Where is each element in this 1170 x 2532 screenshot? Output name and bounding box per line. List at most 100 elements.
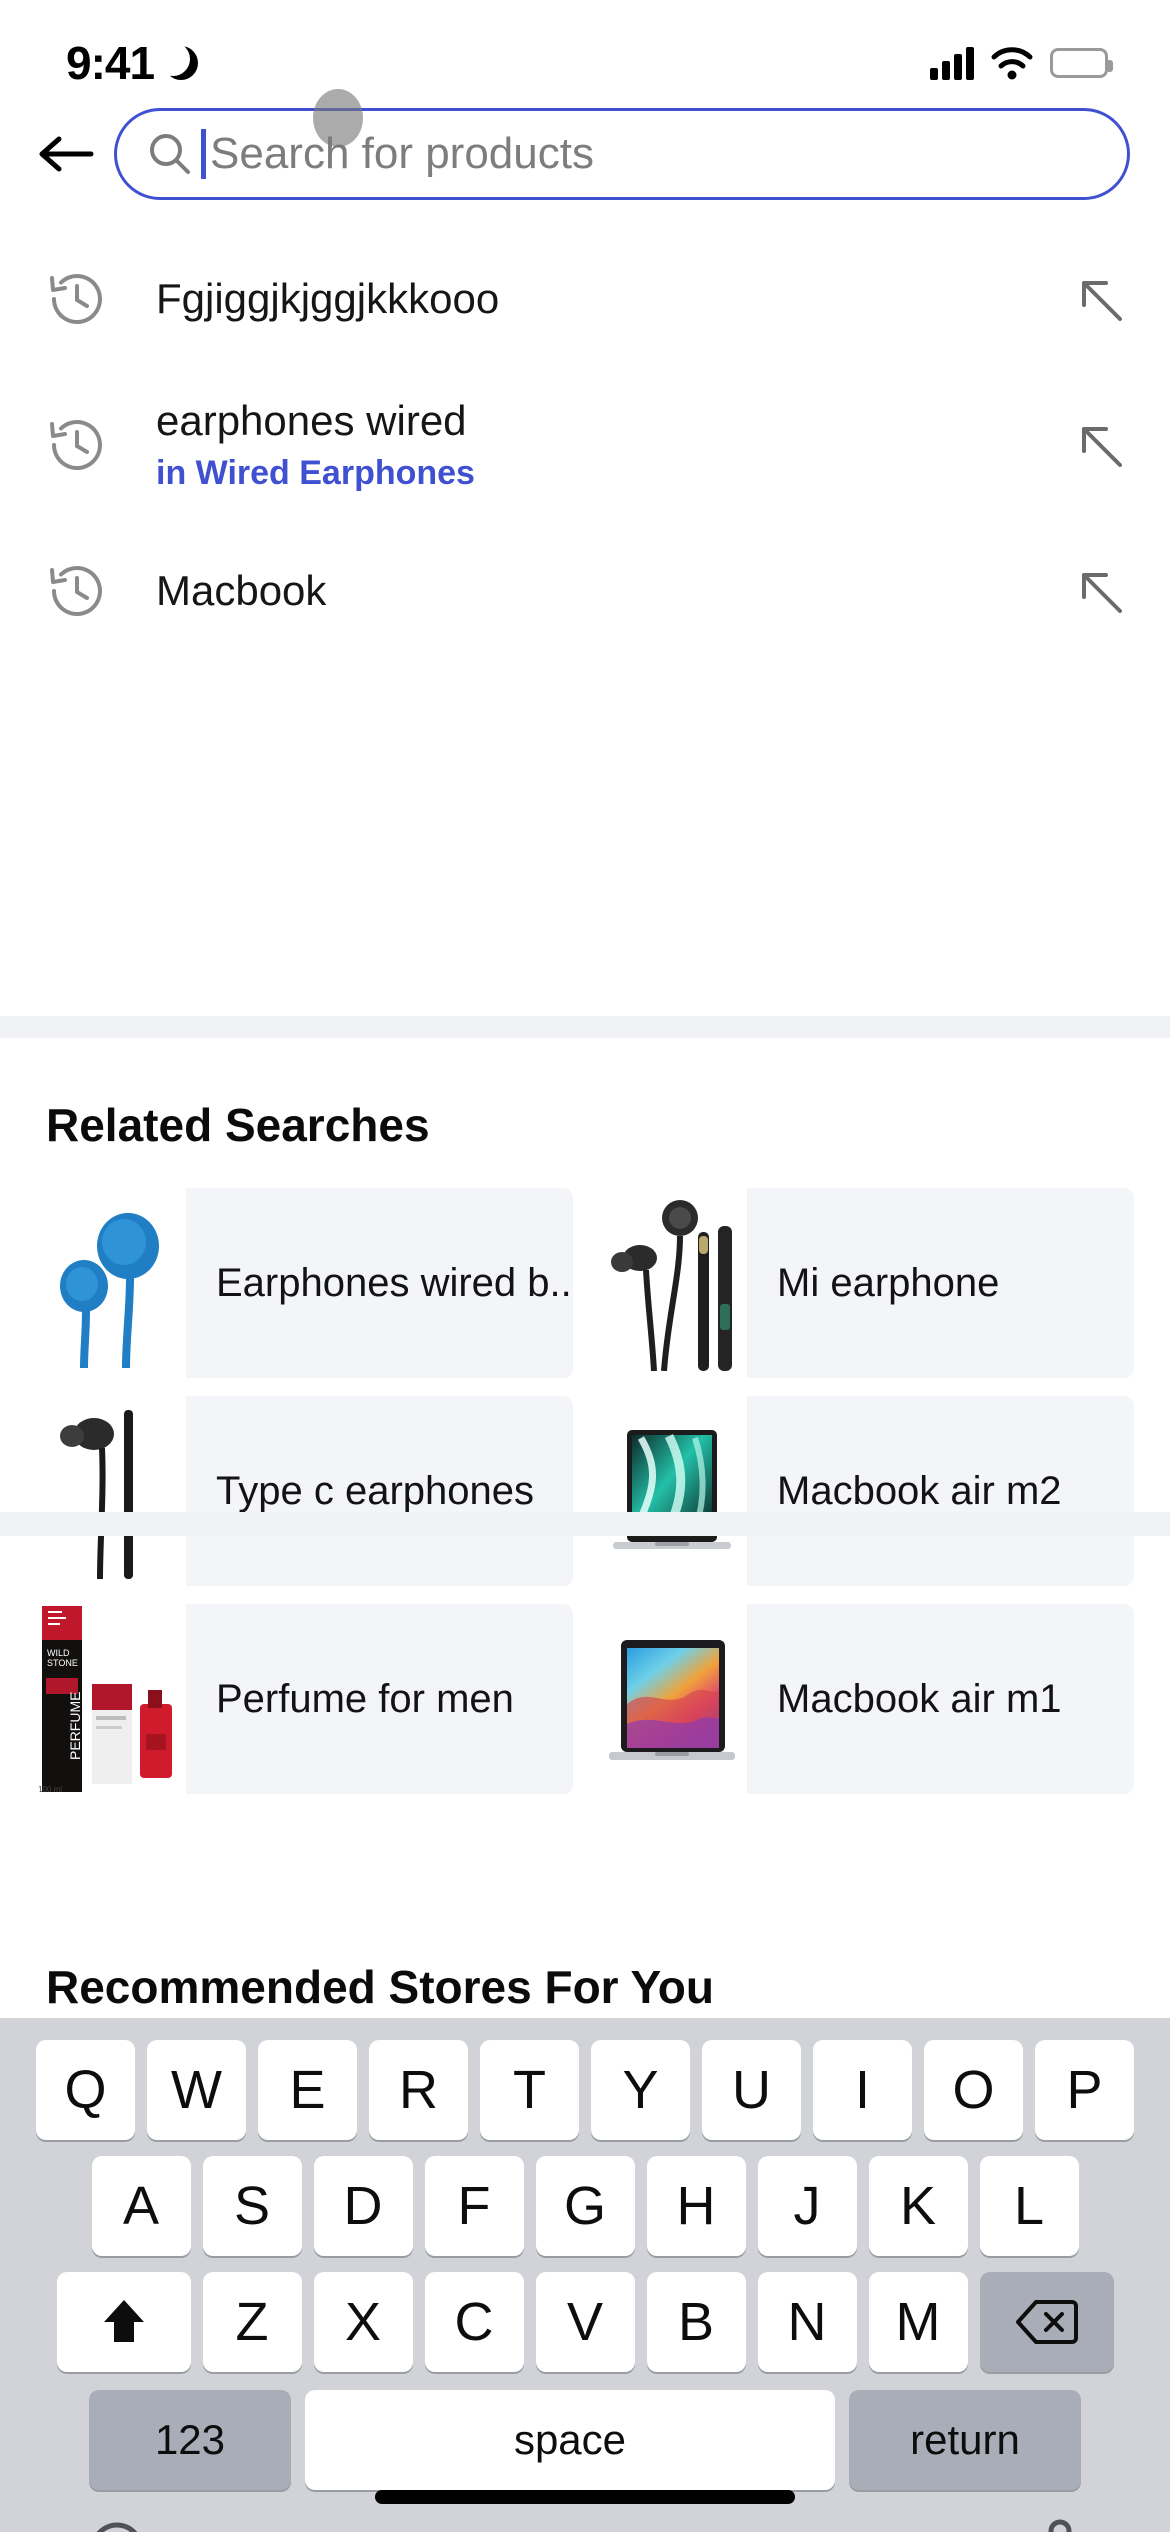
product-thumbnail (597, 1604, 747, 1794)
numbers-key[interactable]: 123 (89, 2390, 291, 2490)
wifi-icon (990, 46, 1034, 80)
key-j[interactable]: J (757, 2156, 857, 2256)
svg-text:PERFUME: PERFUME (67, 1692, 83, 1760)
recent-search-row-1[interactable]: Fgjiggjkjggjkkkooo (0, 226, 1170, 372)
key-m[interactable]: M (868, 2272, 968, 2372)
space-key[interactable]: space (305, 2390, 835, 2490)
key-l[interactable]: L (979, 2156, 1079, 2256)
recent-search-text: earphones wired in Wired Earphones (156, 397, 1072, 493)
recent-search-title: Macbook (156, 567, 327, 615)
arrow-up-left-icon[interactable] (1072, 271, 1128, 327)
recent-search-text: Macbook (156, 567, 1072, 614)
search-header: Search for products (0, 89, 1170, 200)
search-input[interactable]: Search for products (114, 89, 1130, 200)
key-n[interactable]: N (757, 2272, 857, 2372)
touch-indicator (313, 89, 363, 147)
svg-text:WILD: WILD (47, 1648, 70, 1658)
svg-text:STONE: STONE (47, 1658, 78, 1668)
key-t[interactable]: T (480, 2040, 579, 2140)
related-search-label: Perfume for men (216, 1676, 514, 1721)
product-thumbnail (597, 1188, 747, 1378)
emoji-key[interactable] (80, 2520, 154, 2532)
history-clock-icon (44, 266, 110, 332)
key-q[interactable]: Q (36, 2040, 135, 2140)
recent-search-row-3[interactable]: Macbook (0, 518, 1170, 664)
shift-arrow-icon (103, 2300, 144, 2342)
shift-key[interactable] (56, 2272, 191, 2372)
related-search-label: Type c earphones (216, 1468, 534, 1513)
key-r[interactable]: R (369, 2040, 468, 2140)
key-u[interactable]: U (702, 2040, 801, 2140)
status-right (930, 46, 1113, 80)
history-clock-icon (44, 412, 110, 478)
key-v[interactable]: V (535, 2272, 635, 2372)
key-k[interactable]: K (868, 2156, 968, 2256)
key-d[interactable]: D (313, 2156, 413, 2256)
key-x[interactable]: X (313, 2272, 413, 2372)
crescent-moon-icon (156, 42, 202, 84)
key-z[interactable]: Z (202, 2272, 302, 2372)
key-w[interactable]: W (147, 2040, 246, 2140)
backspace-icon (1015, 2300, 1078, 2344)
keyboard-row-1: Q W E R T Y U I O P (0, 2018, 1170, 2140)
related-search-label: Earphones wired b... (216, 1260, 573, 1305)
key-o[interactable]: O (924, 2040, 1023, 2140)
related-search-label: Mi earphone (777, 1260, 1000, 1305)
status-time: 9:41 (66, 37, 155, 89)
related-search-label: Macbook air m2 (777, 1468, 1062, 1513)
product-thumbnail (597, 1396, 747, 1586)
back-arrow-icon (39, 136, 94, 172)
svg-text:100 ml: 100 ml (38, 1785, 62, 1794)
related-search-tile[interactable]: WILD STONE PERFUME 100 ml Perfume for me… (36, 1604, 573, 1794)
related-search-tile[interactable]: Macbook air m1 (597, 1604, 1134, 1794)
recent-search-row-2[interactable]: earphones wired in Wired Earphones (0, 372, 1170, 518)
recent-search-title: Fgjiggjkjggjkkkooo (156, 275, 500, 323)
related-searches-heading: Related Searches (46, 1099, 430, 1151)
key-e[interactable]: E (258, 2040, 357, 2140)
recommended-stores-heading: Recommended Stores For You (46, 1961, 714, 2013)
arrow-up-left-icon[interactable] (1072, 563, 1128, 619)
keyboard-row-2: A S D F G H J K L (0, 2140, 1170, 2256)
keyboard-row-4: 123 space return (0, 2372, 1170, 2490)
recent-search-category: in Wired Earphones (156, 454, 475, 493)
cellular-signal-icon (930, 46, 974, 80)
section-divider-1 (0, 1016, 1170, 1038)
product-thumbnail (36, 1188, 186, 1378)
history-clock-icon (44, 558, 110, 624)
related-search-tile[interactable]: Macbook air m2 (597, 1396, 1134, 1586)
related-search-tile[interactable]: Type c earphones (36, 1396, 573, 1586)
emoji-smiley-icon (96, 2522, 138, 2532)
related-search-label: Macbook air m1 (777, 1676, 1062, 1721)
home-indicator (375, 2490, 795, 2504)
return-key[interactable]: return (849, 2390, 1081, 2490)
microphone-icon (1048, 2519, 1072, 2532)
arrow-up-left-icon[interactable] (1072, 417, 1128, 473)
key-c[interactable]: C (424, 2272, 524, 2372)
related-search-tile[interactable]: Earphones wired b... (36, 1188, 573, 1378)
related-searches-grid: Earphones wired b... Mi earphone Type c … (36, 1188, 1134, 1794)
key-p[interactable]: P (1035, 2040, 1134, 2140)
keyboard-row-3: Z X C V B N M (0, 2256, 1170, 2372)
backspace-key[interactable] (979, 2272, 1114, 2372)
recent-search-text: Fgjiggjkjggjkkkooo (156, 275, 1072, 322)
recent-searches-list: Fgjiggjkjggjkkkooo earphones wired in Wi… (0, 226, 1170, 664)
battery-full-icon (1050, 48, 1113, 78)
section-divider-2 (0, 1512, 1170, 1536)
key-y[interactable]: Y (591, 2040, 690, 2140)
on-screen-keyboard: Q W E R T Y U I O P A S D F G H J K L Z … (0, 2018, 1170, 2532)
key-g[interactable]: G (535, 2156, 635, 2256)
recent-search-title: earphones wired (156, 396, 467, 444)
text-caret (201, 129, 206, 179)
related-search-tile[interactable]: Mi earphone (597, 1188, 1134, 1378)
dictation-key[interactable] (1030, 2518, 1090, 2532)
product-thumbnail (36, 1396, 186, 1586)
key-i[interactable]: I (813, 2040, 912, 2140)
key-a[interactable]: A (91, 2156, 191, 2256)
key-f[interactable]: F (424, 2156, 524, 2256)
key-b[interactable]: B (646, 2272, 746, 2372)
search-icon (147, 131, 193, 177)
key-s[interactable]: S (202, 2156, 302, 2256)
product-thumbnail: WILD STONE PERFUME 100 ml (36, 1604, 186, 1794)
back-button[interactable] (22, 114, 108, 194)
key-h[interactable]: H (646, 2156, 746, 2256)
